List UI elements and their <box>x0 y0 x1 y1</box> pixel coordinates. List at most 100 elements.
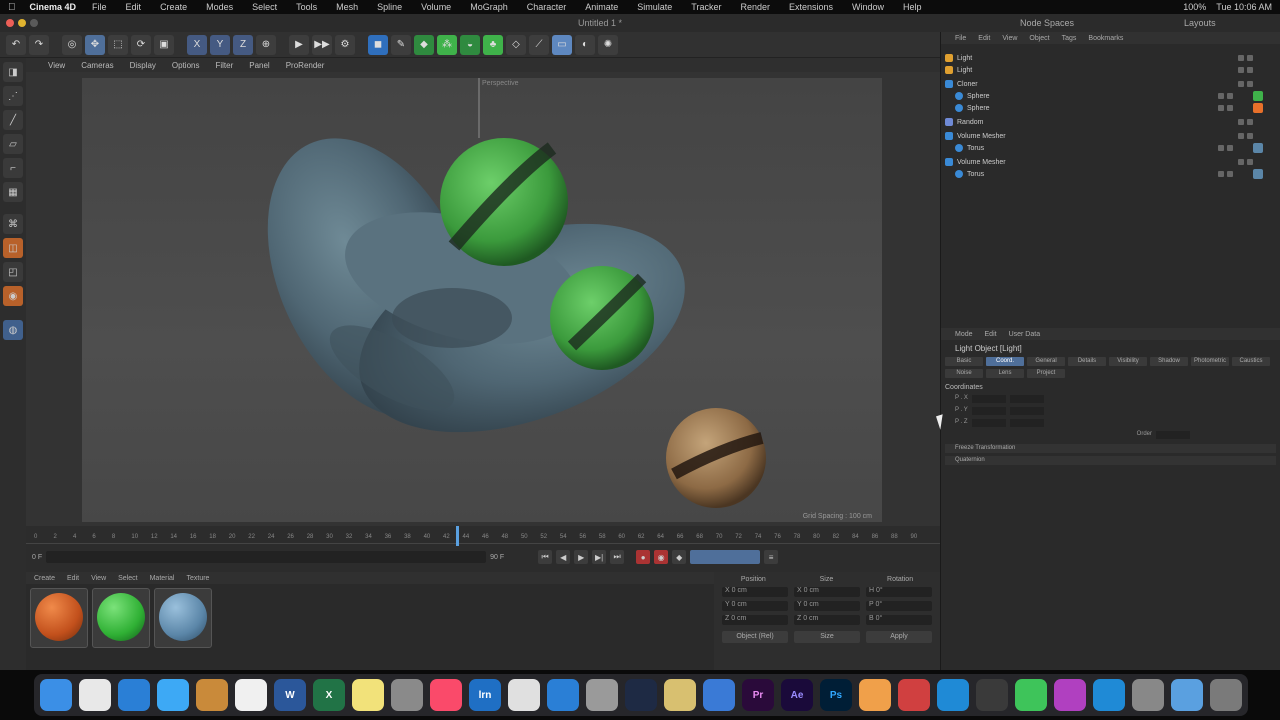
x-axis-icon[interactable]: X <box>187 34 207 55</box>
perspective-viewport[interactable]: Perspective Grid Spacing : 100 cm <box>26 72 940 526</box>
menu-tracker[interactable]: Tracker <box>691 2 721 12</box>
workplane-icon[interactable]: ◫ <box>3 238 23 258</box>
subdivision-icon[interactable]: ◆ <box>414 34 434 55</box>
attr-menu-edit[interactable]: Edit <box>985 331 997 338</box>
dock-finder-icon[interactable] <box>40 679 72 711</box>
size-dropdown[interactable]: Size <box>794 631 860 643</box>
object-name[interactable]: Volume Mesher <box>957 159 1027 166</box>
tab-visibility[interactable]: Visibility <box>1109 357 1147 366</box>
edges-mode-icon[interactable]: ╱ <box>3 110 23 130</box>
tab-general[interactable]: General <box>1027 357 1065 366</box>
preview-range-slider[interactable] <box>46 551 487 563</box>
dock-excel-icon[interactable]: X <box>313 679 345 711</box>
freeze-transformation-bar[interactable]: Freeze Transformation <box>945 444 1276 453</box>
object-name[interactable]: Sphere <box>967 105 1037 112</box>
app-menu[interactable]: Cinema 4D <box>30 2 77 12</box>
dock-lrn-icon[interactable]: lrn <box>469 679 501 711</box>
menu-simulate[interactable]: Simulate <box>637 2 672 12</box>
object-name[interactable]: Torus <box>967 145 1037 152</box>
material-tag-blue[interactable] <box>1253 143 1263 153</box>
object-name[interactable]: Light <box>957 55 1027 62</box>
recent-tools-icon[interactable]: ▣ <box>154 34 174 55</box>
menu-mesh[interactable]: Mesh <box>336 2 358 12</box>
close-window-icon[interactable] <box>6 19 14 27</box>
menu-file[interactable]: File <box>92 2 107 12</box>
object-row[interactable]: Random <box>941 116 1263 128</box>
apply-button[interactable]: Apply <box>866 631 932 643</box>
material-orange[interactable] <box>30 588 88 648</box>
dock-music-icon[interactable] <box>430 679 462 711</box>
node-spaces-label[interactable]: Node Spaces <box>1020 18 1074 28</box>
obj-menu-file[interactable]: File <box>955 35 966 42</box>
dock-cinema4d-icon[interactable] <box>625 679 657 711</box>
visibility-dots[interactable] <box>1218 171 1233 177</box>
tab-caustics[interactable]: Caustics <box>1232 357 1270 366</box>
object-row[interactable]: Torus <box>941 142 1263 154</box>
dock-ps-icon[interactable]: Ps <box>820 679 852 711</box>
visibility-dots[interactable] <box>1238 133 1253 139</box>
axis-mode-icon[interactable]: ⌐ <box>3 158 23 178</box>
zoom-window-icon[interactable] <box>30 19 38 27</box>
menu-window[interactable]: Window <box>852 2 884 12</box>
pos-y-field[interactable]: Y 0 cm <box>722 601 788 611</box>
menu-help[interactable]: Help <box>903 2 922 12</box>
start-frame[interactable]: 0 F <box>32 554 42 561</box>
goto-end-icon[interactable]: ⏭ <box>610 550 625 564</box>
object-name[interactable]: Random <box>957 119 1027 126</box>
object-row[interactable]: Torus <box>941 168 1263 180</box>
dock-pr-icon[interactable]: Pr <box>742 679 774 711</box>
vp-menu-view[interactable]: View <box>48 61 65 70</box>
object-name[interactable]: Sphere <box>967 93 1037 100</box>
menu-extensions[interactable]: Extensions <box>789 2 833 12</box>
redo-icon[interactable]: ↷ <box>29 34 49 55</box>
timeline-ruler[interactable]: 0 2 4 6 8 10 12 14 16 18 20 22 24 26 28 30 32 34 36 38 40 42 4… <box>26 530 940 544</box>
material-blue[interactable] <box>154 588 212 648</box>
cube-icon[interactable]: ◼ <box>368 34 388 55</box>
texture-mode-icon[interactable]: ▦ <box>3 182 23 202</box>
dock-messages-icon[interactable] <box>1015 679 1047 711</box>
coord-field[interactable] <box>971 419 1006 427</box>
mat-menu-view[interactable]: View <box>91 575 106 582</box>
prev-frame-icon[interactable]: ◀ <box>556 550 571 564</box>
tab-shadow[interactable]: Shadow <box>1150 357 1188 366</box>
dock-edge-icon[interactable] <box>937 679 969 711</box>
dock-word-icon[interactable]: W <box>274 679 306 711</box>
vp-menu-display[interactable]: Display <box>130 61 156 70</box>
dock-safari-icon[interactable] <box>118 679 150 711</box>
timeline-menu-icon[interactable]: ≡ <box>764 550 779 564</box>
minimize-window-icon[interactable] <box>18 19 26 27</box>
render-view-icon[interactable]: ▶ <box>289 34 309 55</box>
visibility-dots[interactable] <box>1218 145 1233 151</box>
obj-menu-edit[interactable]: Edit <box>978 35 990 42</box>
material-green[interactable] <box>92 588 150 648</box>
menu-animate[interactable]: Animate <box>585 2 618 12</box>
points-mode-icon[interactable]: ⋰ <box>3 86 23 106</box>
menu-spline[interactable]: Spline <box>377 2 402 12</box>
visibility-dots[interactable] <box>1238 159 1253 165</box>
order-dropdown[interactable] <box>1156 431 1190 439</box>
undo-icon[interactable]: ↶ <box>6 34 26 55</box>
tab-coord[interactable]: Coord. <box>986 357 1024 366</box>
render-picture-icon[interactable]: ▶▶ <box>312 34 332 55</box>
obj-menu-bookmarks[interactable]: Bookmarks <box>1088 35 1123 42</box>
solo-icon[interactable]: ◉ <box>3 286 23 306</box>
dock-flux-icon[interactable] <box>898 679 930 711</box>
goto-start-icon[interactable]: ⏮ <box>538 550 553 564</box>
tab-photometric[interactable]: Photometric <box>1191 357 1229 366</box>
dock-codec-icon[interactable] <box>664 679 696 711</box>
object-row[interactable]: Sphere <box>941 90 1263 102</box>
auto-key-icon[interactable]: ◉ <box>654 550 669 564</box>
visibility-dots[interactable] <box>1218 105 1233 111</box>
coord-field[interactable] <box>971 395 1006 403</box>
vp-menu-filter[interactable]: Filter <box>215 61 233 70</box>
dock-messages-icon[interactable] <box>157 679 189 711</box>
dock-photo-icon[interactable] <box>1132 679 1164 711</box>
menu-create[interactable]: Create <box>160 2 187 12</box>
object-row[interactable]: Volume Mesher <box>941 156 1263 168</box>
dock-affinity-icon[interactable] <box>508 679 540 711</box>
object-name[interactable]: Cloner <box>957 81 1027 88</box>
rot-p-field[interactable]: P 0° <box>866 601 932 611</box>
rot-h-field[interactable]: H 0° <box>866 587 932 597</box>
end-frame[interactable]: 90 F <box>490 554 504 561</box>
material-tag-green[interactable] <box>1253 91 1263 101</box>
